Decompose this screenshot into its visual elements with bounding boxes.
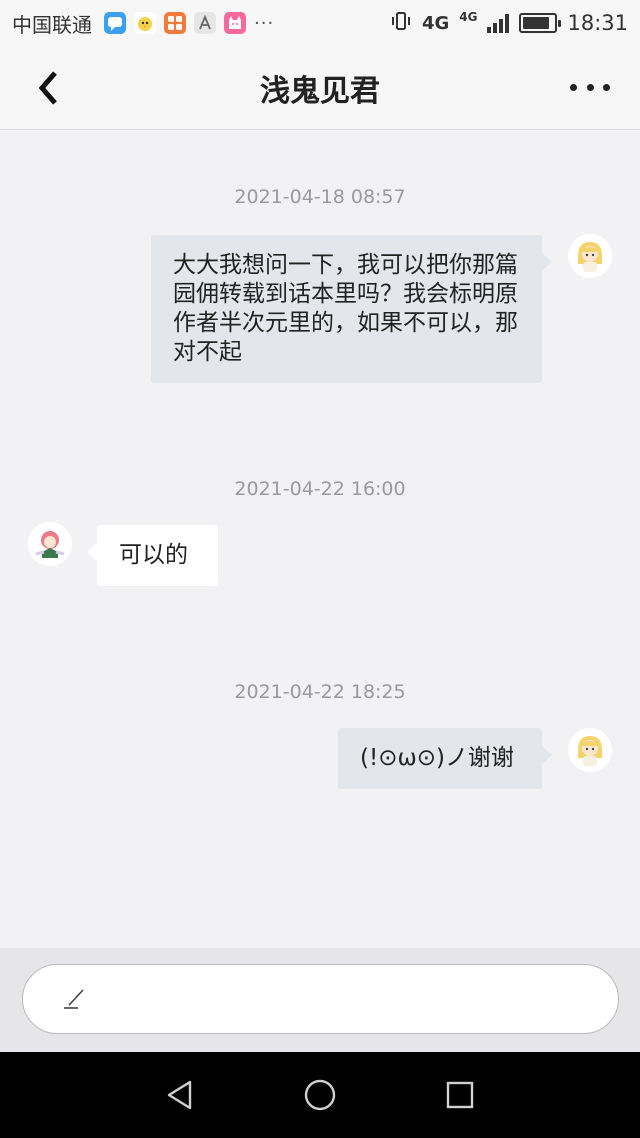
contact-avatar[interactable] — [28, 522, 72, 566]
clock: 18:31 — [567, 11, 628, 35]
outgoing-message-bubble[interactable]: (!⊙ω⊙)ノ谢谢 — [338, 728, 552, 789]
circle-home-icon — [304, 1079, 336, 1111]
status-right: 4G 4G 18:31 — [390, 10, 628, 37]
incoming-message-bubble[interactable]: 可以的 — [87, 525, 218, 586]
my-avatar[interactable] — [568, 234, 612, 278]
pen-icon — [64, 989, 84, 1009]
outgoing-message-bubble[interactable]: 大大我想问一下，我可以把你那篇园佣转载到话本里吗？我会标明原作者半次元里的，如果… — [151, 235, 552, 383]
more-options-button[interactable] — [570, 72, 610, 102]
message-app-icon — [104, 12, 126, 34]
pink-hair-avatar-icon — [28, 522, 72, 566]
message-input[interactable] — [22, 964, 619, 1034]
girl-avatar-icon — [568, 234, 612, 278]
message-list: 2021-04-18 08:57 大大我想问一下，我可以把你那篇园佣转载到话本里… — [0, 130, 640, 948]
my-avatar[interactable] — [568, 728, 612, 772]
square-recent-icon — [446, 1081, 474, 1109]
nav-home-button[interactable] — [300, 1075, 340, 1115]
nav-recent-button[interactable] — [440, 1075, 480, 1115]
more-dot-icon — [586, 83, 594, 91]
network-type-small-label: 4G — [459, 10, 478, 24]
system-nav-bar — [0, 1052, 640, 1138]
signal-strength-icon — [487, 13, 510, 33]
vibrate-icon — [390, 10, 412, 37]
status-left: 中国联通 ··· — [12, 9, 274, 38]
battery-level — [523, 17, 549, 29]
carrier-label: 中国联通 — [12, 12, 92, 37]
font-app-icon — [194, 12, 216, 34]
cat-app-icon — [224, 12, 246, 34]
message-timestamp: 2021-04-22 16:00 — [234, 478, 406, 500]
chat-header: 浅鬼见君 — [0, 46, 640, 130]
network-type-label: 4G — [421, 12, 450, 34]
more-dot-icon — [570, 83, 577, 91]
battery-icon — [519, 13, 562, 33]
more-dot-icon — [603, 83, 610, 91]
status-bar: 中国联通 ··· 4G 4G 18:31 — [0, 0, 640, 46]
message-timestamp: 2021-04-18 08:57 — [234, 186, 406, 208]
more-notifications-indicator: ··· — [254, 12, 275, 34]
grid-app-icon — [164, 12, 186, 34]
composer-bar — [0, 948, 640, 1052]
chat-title: 浅鬼见君 — [260, 74, 380, 109]
nav-back-button[interactable] — [160, 1075, 200, 1115]
triangle-back-icon — [167, 1080, 192, 1110]
chick-app-icon — [134, 12, 156, 34]
message-timestamp: 2021-04-22 18:25 — [234, 681, 406, 703]
girl-avatar-icon — [568, 728, 612, 772]
